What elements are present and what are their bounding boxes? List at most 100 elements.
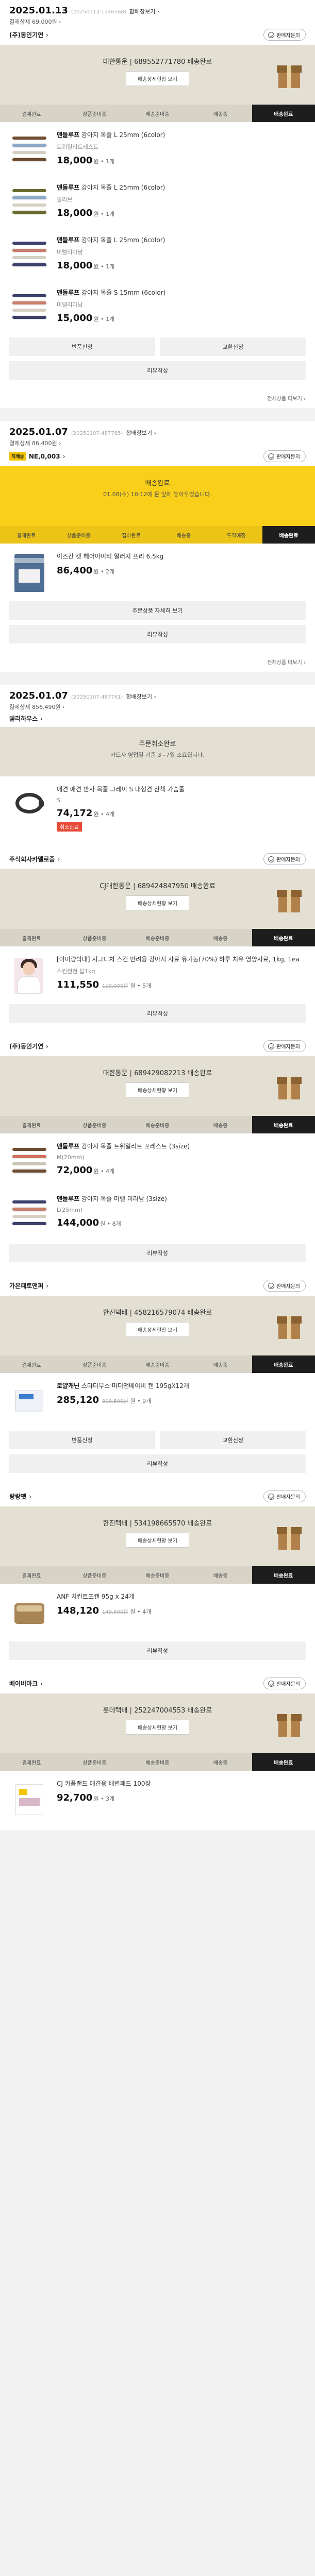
order-detail-link[interactable]: 합배장보기 (126, 429, 156, 437)
more-products-link[interactable]: 전체상품 더보기 (0, 387, 315, 408)
product-item[interactable]: 맨들루프 강아지 목줄 미렐 미라남 (3size) L(25mm) 144,000… (0, 1186, 315, 1239)
order-detail-link[interactable]: 합배장보기 (129, 7, 160, 15)
product-name: CJ 카플랜드 애견용 배변패드 100장 (57, 1780, 151, 1787)
collar-strip (11, 308, 47, 313)
product-title[interactable]: 맨들루프 강아지 목줄 미렐 미라남 (3size) (57, 1194, 306, 1204)
product-thumbnail[interactable] (9, 288, 49, 328)
product-title[interactable]: 맨들루프 강아지 목줄 L 25mm (6color) (57, 130, 306, 140)
product-price: 148,120 (57, 1605, 99, 1616)
product-thumbnail[interactable] (9, 130, 49, 171)
product-item[interactable]: 맨들루프 강아지 목줄 L 25mm (6color) 올리브 18,000 원 • … (0, 175, 315, 227)
seller-inquiry-label: 판매자문의 (276, 454, 300, 460)
product-title[interactable]: 맨들루프 강아지 목줄 트위일리트 포레스트 (3size) (57, 1142, 306, 1151)
seller-name-link[interactable]: 직배송 NE,0,003 (9, 452, 65, 461)
delivery-detail-button[interactable]: 배송상세현황 보기 (126, 1322, 189, 1337)
seller-name-link[interactable]: 베이비마크 (9, 1679, 43, 1688)
seller-row: (주)동인기연 판매자문의 (0, 26, 315, 45)
return-button[interactable]: 반품신청 (9, 1431, 155, 1449)
seller-name: (주)동인기연 (9, 31, 44, 39)
exchange-button[interactable]: 교환신청 (160, 337, 306, 356)
product-title[interactable]: [이미량박대] 시그니처 스킨 반려용 강아지 사료 유기농(70%) 하루 치… (57, 955, 306, 964)
seller-inquiry-button[interactable]: 판매자문의 (263, 1490, 306, 1502)
product-thumbnail[interactable] (9, 1592, 49, 1632)
collar-strip (11, 1161, 47, 1166)
seller-name-link[interactable]: 랑랑펫 (9, 1492, 31, 1501)
product-title[interactable]: 애견 애견 반사 목줄 그레이 S 대형견 산책 가슴줄 (57, 785, 306, 794)
product-item[interactable]: 맨들루프 강아지 목줄 S 15mm (6color) 미렐리아남 15,000 원 … (0, 280, 315, 332)
product-thumbnail[interactable] (9, 1194, 49, 1234)
seller-name-link[interactable]: 가온패토앤퍼 (9, 1281, 48, 1290)
delivery-step: 배송완료 (252, 1355, 315, 1373)
product-item[interactable]: 맨들루프 강아지 목줄 L 25mm (6color) 트위일리트레스트 18,00… (0, 122, 315, 175)
delivery-detail-button[interactable]: 배송상세현황 보기 (126, 1082, 189, 1097)
product-item[interactable]: 애견 애견 반사 목줄 그레이 S 대형견 산책 가슴줄 S 74,172 원 • 4… (0, 776, 315, 836)
product-title[interactable]: 맨들루프 강아지 목줄 S 15mm (6color) (57, 288, 306, 297)
product-title[interactable]: ANF 치킨트프캔 95g x 24개 (57, 1592, 306, 1601)
return-button[interactable]: 반품신청 (9, 337, 155, 356)
seller-group: 랑랑펫 판매자문의한진택배 | 534198665570 배송완료배송상세현황 보… (0, 1480, 315, 1667)
delivery-detail-button[interactable]: 배송상세현황 보기 (126, 71, 189, 86)
more-products-link[interactable]: 전체상품 더보기 (0, 651, 315, 672)
product-item[interactable]: 맨들루프 강아지 목줄 트위일리트 포레스트 (3size) M(20mm) 72,… (0, 1133, 315, 1186)
review-button[interactable]: 리뷰작성 (9, 1454, 306, 1473)
product-item[interactable]: 맨들루프 강아지 목줄 L 25mm (6color) 미렐리아남 18,000 원 … (0, 227, 315, 280)
collar-strip (11, 255, 47, 260)
delivery-detail-button[interactable]: 배송상세현황 보기 (126, 1720, 189, 1735)
seller-inquiry-button[interactable]: 판매자문의 (263, 1040, 306, 1052)
product-thumbnail[interactable] (9, 235, 49, 276)
seller-name: (주)동인기연 (9, 1043, 44, 1050)
collar-strip (11, 1207, 47, 1212)
delivery-step: 결제완료 (22, 111, 41, 117)
order-detail-link[interactable]: 합배장보기 (126, 692, 156, 701)
review-button[interactable]: 리뷰작성 (9, 1004, 306, 1023)
review-button[interactable]: 리뷰작성 (9, 361, 306, 380)
product-title[interactable]: 맨들루프 강아지 목줄 L 25mm (6color) (57, 235, 306, 245)
product-item[interactable]: 이즈칸 캣 헤어아이티 얼러지 프리 6.5kg 86,400 원 • 2개 (0, 544, 315, 596)
seller-inquiry-button[interactable]: 판매자문의 (263, 1677, 306, 1689)
collar-strip (11, 1214, 47, 1219)
seller-row: 쉘리하우스 (0, 711, 315, 727)
exchange-button[interactable]: 교환신청 (160, 1431, 306, 1449)
product-thumbnail[interactable] (9, 955, 49, 995)
payment-detail-link[interactable]: 결제상세 86,400원 (9, 439, 306, 447)
payment-detail-link[interactable]: 결제상세 69,000원 (9, 18, 306, 26)
review-button[interactable]: 리뷰작성 (9, 625, 306, 643)
delivery-step: 배송중 (213, 1362, 228, 1368)
product-thumbnail[interactable] (9, 1779, 49, 1819)
product-title[interactable]: 로얄캐닌 스타터무스 마더앤베이비 캔 195gX12개 (57, 1381, 306, 1391)
product-title[interactable]: CJ 카플랜드 애견용 배변패드 100장 (57, 1779, 306, 1788)
seller-name-link[interactable]: (주)동인기연 (9, 1042, 48, 1050)
product-item[interactable]: CJ 카플랜드 애견용 배변패드 100장 92,700 원 • 3개 (0, 1771, 315, 1823)
product-item[interactable]: ANF 치킨트프캔 95g x 24개 148,120 149,600원 원 • 4개 (0, 1584, 315, 1636)
product-item[interactable]: [이미량박대] 시그니처 스킨 반려용 강아지 사료 유기농(70%) 하루 치… (0, 946, 315, 999)
seller-inquiry-button[interactable]: 판매자문의 (263, 853, 306, 865)
delivery-detail-button[interactable]: 배송상세현황 보기 (126, 1533, 189, 1548)
product-thumbnail[interactable] (9, 183, 49, 223)
product-option: M(20mm) (57, 1154, 85, 1161)
product-title[interactable]: 이즈칸 캣 헤어아이티 얼러지 프리 6.5kg (57, 552, 306, 561)
seller-inquiry-button[interactable]: 판매자문의 (263, 1280, 306, 1292)
product-price: 18,000 (57, 155, 93, 166)
product-original-price: 149,600원 (102, 1609, 128, 1615)
product-thumbnail[interactable] (9, 552, 49, 592)
product-thumbnail[interactable] (9, 1142, 49, 1182)
product-item[interactable]: 로얄캐닌 스타터무스 마더앤베이비 캔 195gX12개 285,120 310,5… (0, 1373, 315, 1426)
review-button[interactable]: 리뷰작성 (9, 1641, 306, 1660)
order-detail-button[interactable]: 주문상품 자세히 보기 (9, 601, 306, 620)
product-thumbnail[interactable] (9, 785, 49, 825)
delivery-step: 배송중 (213, 936, 228, 942)
payment-detail-link[interactable]: 결제상세 856,490원 (9, 703, 306, 711)
seller-group: (주)동인기연 판매자문의대한통운 | 689429082213 배송완료배송상세… (0, 1030, 315, 1269)
seller-name-link[interactable]: 주식회사카멜로줌 (9, 855, 60, 863)
seller-inquiry-button[interactable]: 판매자문의 (263, 29, 306, 41)
product-thumbnail[interactable] (9, 1381, 49, 1421)
seller-name-link[interactable]: 쉘리하우스 (9, 714, 43, 723)
review-button[interactable]: 리뷰작성 (9, 1244, 306, 1262)
seller-name-link[interactable]: (주)동인기연 (9, 30, 48, 39)
seller-group: 직배송NE,0,003 판매자문의배송완료 01.08(수) 10:12에 문 앞에… (0, 447, 315, 651)
seller-inquiry-button[interactable]: 판매자문의 (263, 450, 306, 462)
delivery-detail-button[interactable]: 배송상세현황 보기 (126, 895, 189, 910)
product-title[interactable]: 맨들루프 강아지 목줄 L 25mm (6color) (57, 183, 306, 192)
